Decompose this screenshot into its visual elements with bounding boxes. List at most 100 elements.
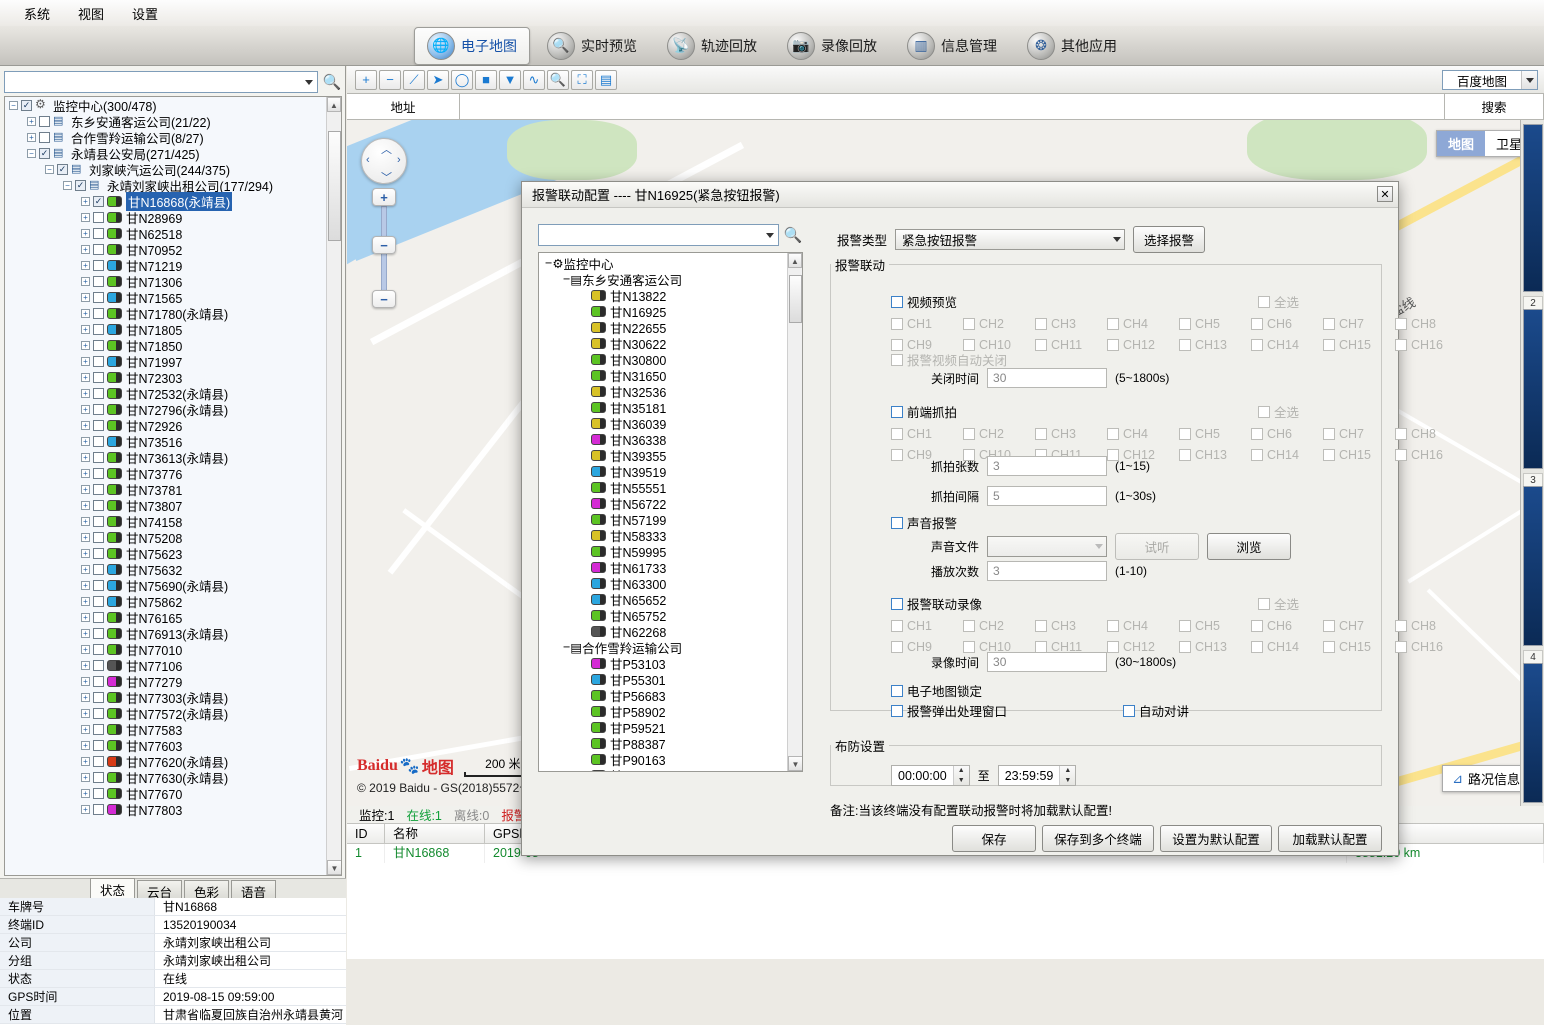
channel-ch15[interactable]: CH15 [1323, 640, 1395, 654]
channel-ch8[interactable]: CH8 [1395, 317, 1467, 331]
channel-checkbox[interactable] [1323, 620, 1335, 632]
zoom-in-button[interactable]: + [372, 188, 396, 206]
expander-icon[interactable]: + [81, 309, 90, 318]
channel-checkbox[interactable] [1107, 620, 1119, 632]
channel-checkbox[interactable] [1179, 620, 1191, 632]
expander-icon[interactable]: + [27, 133, 36, 142]
tree-node-checkbox[interactable] [93, 564, 104, 575]
channel-ch13[interactable]: CH13 [1179, 338, 1251, 352]
video-channel-grid[interactable]: CH1CH2CH3CH4CH5CH6CH7CH8CH9CH10CH11CH12C… [891, 317, 1361, 352]
capture-select-all-checkbox[interactable] [1258, 406, 1270, 418]
tree-node-checkbox[interactable] [93, 708, 104, 719]
ruler-icon[interactable]: ⟋ [403, 70, 425, 90]
channel-checkbox[interactable] [1323, 641, 1335, 653]
tree-node-checkbox[interactable] [93, 596, 104, 607]
search-icon[interactable]: 🔍 [322, 72, 342, 92]
tree-node-checkbox[interactable] [93, 692, 104, 703]
tree-node-checkbox[interactable] [93, 500, 104, 511]
channel-ch15[interactable]: CH15 [1323, 448, 1395, 462]
expander-icon[interactable]: + [81, 773, 90, 782]
channel-checkbox[interactable] [1323, 339, 1335, 351]
set-default-button[interactable]: 设置为默认配置 [1160, 825, 1272, 852]
expander-icon[interactable]: + [81, 421, 90, 430]
scroll-down-icon[interactable]: ▼ [788, 756, 803, 771]
channel-checkbox[interactable] [1251, 449, 1263, 461]
dialog-tree-node[interactable]: 甘N35181 [539, 399, 802, 415]
tree-node-checkbox[interactable] [93, 612, 104, 623]
expander-icon[interactable]: + [81, 245, 90, 254]
expander-icon[interactable]: + [81, 357, 90, 366]
tree-node-checkbox[interactable] [93, 372, 104, 383]
expander-icon[interactable]: − [45, 165, 54, 174]
tree-node-checkbox[interactable] [93, 228, 104, 239]
map-provider-select[interactable]: 百度地图 [1442, 70, 1538, 90]
pan-down-icon[interactable]: ﹀ [381, 169, 392, 185]
auto-intercom-row[interactable]: 自动对讲 [1123, 701, 1189, 720]
expander-icon[interactable]: + [81, 533, 90, 542]
channel-ch8[interactable]: CH8 [1395, 619, 1467, 633]
sound-file-select[interactable] [987, 536, 1107, 557]
dialog-tree-node[interactable]: 甘N57199 [539, 511, 802, 527]
expander-icon[interactable]: − [63, 181, 72, 190]
expander-icon[interactable]: + [81, 565, 90, 574]
dialog-tree-node[interactable]: 甘N59995 [539, 543, 802, 559]
tab-ptz[interactable]: 云台 [137, 880, 182, 898]
expander-icon[interactable]: + [81, 597, 90, 606]
tree-node-checkbox[interactable] [93, 772, 104, 783]
video-preview-checkbox-row[interactable]: 视频预览 [891, 292, 957, 311]
alarm-linkage-dialog[interactable]: 报警联动配置 ---- 甘N16925(紧急按钮报警) ✕ 🔍 −⚙监控中心−▤… [521, 181, 1399, 856]
channel-checkbox[interactable] [1179, 449, 1191, 461]
channel-ch16[interactable]: CH16 [1395, 338, 1467, 352]
menu-item-view[interactable]: 视图 [64, 1, 118, 26]
dialog-tree-node[interactable]: 甘N39519 [539, 463, 802, 479]
channel-checkbox[interactable] [1251, 620, 1263, 632]
save-to-multiple-button[interactable]: 保存到多个终端 [1042, 825, 1154, 852]
video-cell-1[interactable] [1523, 124, 1543, 292]
pan-left-icon[interactable]: ‹ [366, 154, 370, 166]
tab-color[interactable]: 色彩 [184, 880, 229, 898]
scroll-thumb[interactable] [789, 275, 802, 323]
tree-node-checkbox[interactable] [93, 452, 104, 463]
address-input[interactable] [460, 94, 1445, 119]
linked-record-checkbox-row[interactable]: 报警联动录像 [891, 594, 982, 613]
column-id[interactable]: ID [347, 824, 385, 843]
expander-icon[interactable]: − [563, 272, 570, 286]
scroll-up-icon[interactable]: ▲ [788, 253, 802, 268]
alarm-popup-row[interactable]: 报警弹出处理窗口 [891, 701, 1007, 720]
channel-checkbox[interactable] [1395, 449, 1407, 461]
tree-node-checkbox[interactable] [39, 116, 50, 127]
dialog-tree-node[interactable]: 甘N63300 [539, 575, 802, 591]
tree-node-checkbox[interactable] [93, 724, 104, 735]
emap-lock-checkbox[interactable] [891, 685, 903, 697]
expander-icon[interactable]: + [81, 677, 90, 686]
tab-status[interactable]: 状态 [90, 878, 135, 898]
front-capture-checkbox[interactable] [891, 406, 903, 418]
map-pan-control[interactable]: ︿ ﹀ ‹ › [361, 138, 407, 184]
channel-checkbox[interactable] [1395, 620, 1407, 632]
channel-checkbox[interactable] [891, 449, 903, 461]
expander-icon[interactable]: + [81, 389, 90, 398]
polyline-icon[interactable]: ∿ [523, 70, 545, 90]
tree-node-checkbox[interactable] [93, 324, 104, 335]
device-tree[interactable]: −✓⚙监控中心(300/478)+▤东乡安通客运公司(21/22)+▤合作雪羚运… [4, 96, 342, 876]
front-capture-checkbox-row[interactable]: 前端抓拍 [891, 402, 957, 421]
expander-icon[interactable]: + [81, 437, 90, 446]
defense-end-time[interactable]: 23:59:59 ▲▼ [998, 765, 1077, 786]
channel-checkbox[interactable] [891, 428, 903, 440]
spinner-arrows-icon[interactable]: ▲▼ [953, 766, 969, 785]
scroll-down-icon[interactable]: ▼ [327, 860, 342, 875]
channel-ch5[interactable]: CH5 [1179, 427, 1251, 441]
channel-ch4[interactable]: CH4 [1107, 619, 1179, 633]
traffic-info-button[interactable]: ⊿ 路况信息 [1442, 765, 1530, 792]
channel-checkbox[interactable] [1035, 428, 1047, 440]
save-button[interactable]: 保存 [952, 825, 1036, 852]
channel-ch5[interactable]: CH5 [1179, 317, 1251, 331]
record-select-all-row[interactable]: 全选 [1258, 594, 1299, 613]
auto-close-video-row[interactable]: 报警视频自动关闭 [891, 350, 1007, 369]
dialog-tree-node[interactable]: 甘N32536 [539, 383, 802, 399]
expander-icon[interactable]: − [9, 101, 18, 110]
dialog-tree-node[interactable]: 甘P56683 [539, 687, 802, 703]
channel-checkbox[interactable] [1035, 318, 1047, 330]
channel-checkbox[interactable] [891, 318, 903, 330]
video-cell-4[interactable] [1523, 663, 1543, 803]
